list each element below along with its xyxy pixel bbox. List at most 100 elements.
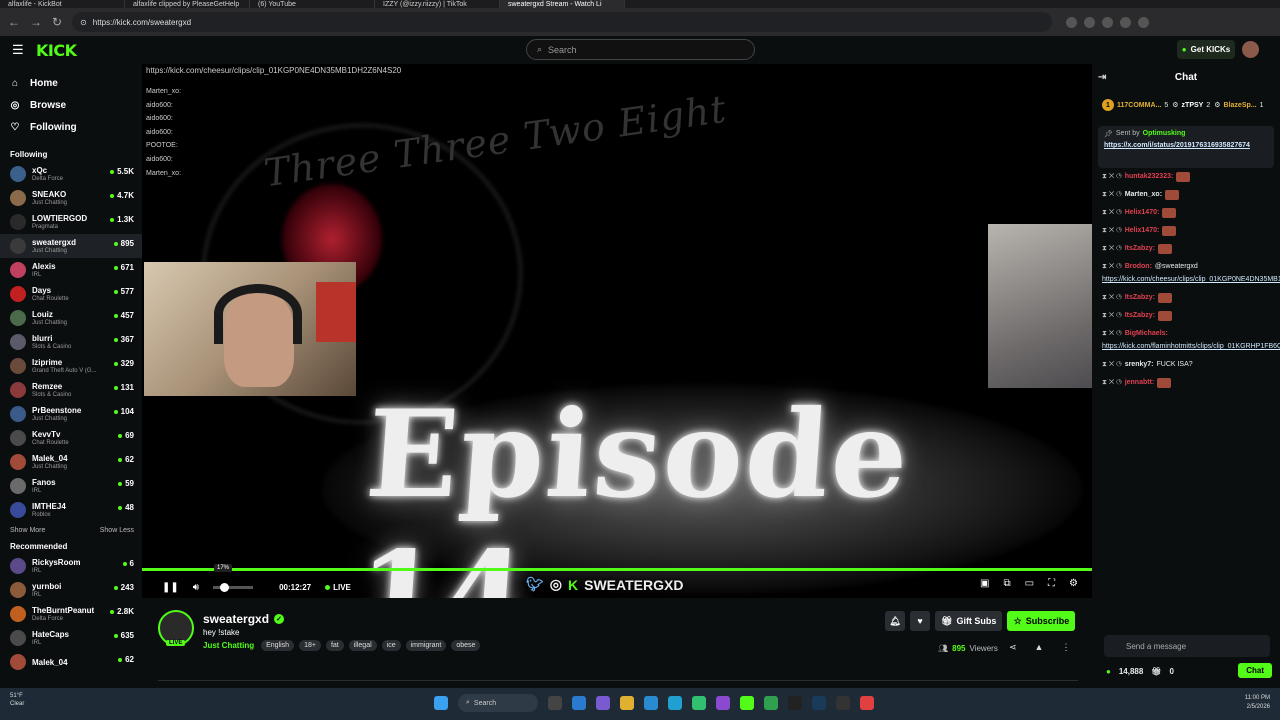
- volume-icon[interactable]: 🔊︎: [193, 582, 199, 593]
- sidebar-channel-louiz[interactable]: Louiz Just Chatting 457: [10, 306, 142, 330]
- extension-icon[interactable]: [1120, 16, 1132, 28]
- sidebar-channel-xqc[interactable]: xQc Delta Force 5.5K: [10, 162, 142, 186]
- search-input[interactable]: ⌕ Search: [526, 39, 755, 60]
- sidebar-channel-malek-04[interactable]: Malek_04 62: [10, 650, 142, 674]
- edge-icon[interactable]: [668, 696, 682, 710]
- sidebar-channel-remzee[interactable]: Remzee Slots & Casino 131: [10, 378, 142, 402]
- pause-icon[interactable]: ❚❚: [162, 582, 179, 593]
- sidebar-channel-lowtiergod[interactable]: LOWTIERGOD Pragmata 1.3K: [10, 210, 142, 234]
- weather-widget[interactable]: 51°F Clear: [10, 692, 24, 708]
- browser-tab[interactable]: alfaxlife clipped by PleaseGetHelp: [125, 0, 250, 8]
- sidebar-item-home[interactable]: ⌂ Home: [10, 72, 142, 94]
- theater-mode-icon[interactable]: ▭: [1025, 578, 1034, 589]
- tag-chip[interactable]: illegal: [348, 640, 377, 651]
- app-icon[interactable]: [596, 696, 610, 710]
- sidebar-channel-iziprime[interactable]: Iziprime Grand Theft Auto V (G... 329: [10, 354, 142, 378]
- sidebar-channel-fanos[interactable]: Fanos IRL 59: [10, 474, 142, 498]
- chat-username[interactable]: Brodon:: [1125, 262, 1152, 272]
- app-icon[interactable]: [692, 696, 706, 710]
- chat-username[interactable]: ItsZabzy:: [1125, 293, 1155, 303]
- sidebar-channel-alexis[interactable]: Alexis IRL 671: [10, 258, 142, 282]
- get-kicks-button[interactable]: ● Get KICKs: [1177, 40, 1235, 59]
- tag-chip[interactable]: immigrant: [405, 640, 447, 651]
- app-icon[interactable]: [572, 696, 586, 710]
- live-indicator[interactable]: LIVE: [325, 583, 351, 592]
- sidebar-channel-sneako[interactable]: SNEAKO Just Chatting 4.7K: [10, 186, 142, 210]
- sidebar-channel-imthej4[interactable]: IMTHEJ4 Roblox 48: [10, 498, 142, 522]
- tag-chip[interactable]: 18+: [299, 640, 321, 651]
- browser-tab[interactable]: (6) YouTube: [250, 0, 375, 8]
- pinned-message[interactable]: 📌︎ Sent by Optimusking https://x.com/i/s…: [1098, 126, 1274, 168]
- hamburger-menu-icon[interactable]: ☰: [12, 42, 32, 58]
- tag-chip[interactable]: English: [261, 640, 295, 651]
- channel-name[interactable]: sweatergxd: [203, 612, 269, 626]
- chat-link[interactable]: https://kick.com/cheesur/clips/clip_01KG…: [1102, 275, 1280, 285]
- taskbar-search[interactable]: ⌕ Search: [458, 694, 538, 712]
- sidebar-channel-days[interactable]: Days Chat Roulette 577: [10, 282, 142, 306]
- site-info-icon[interactable]: ⊙: [80, 18, 87, 27]
- chat-username[interactable]: srenky7:: [1125, 360, 1154, 370]
- mini-player-icon[interactable]: ⧉: [1003, 578, 1010, 589]
- sidebar-channel-hatecaps[interactable]: HateCaps IRL 635: [10, 626, 142, 650]
- chat-link[interactable]: https://kick.com/flaminhotmitts/clips/cl…: [1102, 342, 1280, 352]
- pinned-by-user[interactable]: Optimusking: [1143, 130, 1186, 138]
- app-icon[interactable]: [644, 696, 658, 710]
- address-bar[interactable]: ⊙ https://kick.com/sweatergxd: [72, 12, 1053, 32]
- chat-username[interactable]: BigMichaels:: [1125, 329, 1168, 339]
- pinned-link[interactable]: https://x.com/i/status/20191763169358276…: [1104, 141, 1268, 151]
- tag-chip[interactable]: fat: [325, 640, 344, 651]
- sidebar-channel-prbeenstone[interactable]: PrBeenstone Just Chatting 104: [10, 402, 142, 426]
- category-link[interactable]: Just Chatting: [203, 641, 254, 650]
- sidebar-item-browse[interactable]: ◎ Browse: [10, 94, 142, 116]
- volume-slider[interactable]: [213, 582, 254, 592]
- extension-icon[interactable]: [1138, 16, 1150, 28]
- chrome-icon[interactable]: [860, 696, 874, 710]
- progress-bar[interactable]: [142, 568, 1092, 571]
- sidebar-channel-theburntpeanut[interactable]: TheBurntPeanut Delta Force 2.8K: [10, 602, 142, 626]
- app-icon[interactable]: [836, 696, 850, 710]
- leaderboard-entry[interactable]: ⚙ BlazeSp... 1: [1214, 101, 1263, 110]
- clip-icon[interactable]: ▣: [980, 578, 989, 589]
- show-more-button[interactable]: Show More: [10, 527, 45, 534]
- extension-icon[interactable]: [1102, 16, 1114, 28]
- leaderboard-entry[interactable]: ⚙ zTPSY 2: [1172, 101, 1210, 110]
- sidebar-channel-sweatergxd[interactable]: sweatergxd Just Chatting 895: [0, 234, 142, 258]
- collapse-chat-icon[interactable]: ⇥: [1098, 72, 1106, 83]
- video-player[interactable]: Three Three Two Eight Episode 14 https:/…: [142, 64, 1092, 598]
- browser-tab[interactable]: sweatergxd Stream - Watch Li: [500, 0, 625, 8]
- sidebar-channel-blurri[interactable]: blurri Slots & Casino 367: [10, 330, 142, 354]
- sidebar-channel-kevvtv[interactable]: KevvTv Chat Roulette 69: [10, 426, 142, 450]
- follow-button[interactable]: ♥: [910, 611, 930, 631]
- gift-subs-button[interactable]: 🎁︎ Gift Subs: [935, 611, 1003, 631]
- sidebar-channel-malek-04[interactable]: Malek_04 Just Chatting 62: [10, 450, 142, 474]
- chat-username[interactable]: Helix1470:: [1125, 208, 1160, 218]
- app-icon[interactable]: [716, 696, 730, 710]
- sidebar-item-following[interactable]: ♡ Following: [10, 116, 142, 138]
- chat-send-button[interactable]: Chat: [1238, 663, 1272, 678]
- browser-tab[interactable]: alfaxlife - KickBot: [0, 0, 125, 8]
- fullscreen-icon[interactable]: ⛶: [1048, 578, 1055, 589]
- chat-username[interactable]: huntak232323:: [1125, 172, 1174, 182]
- settings-icon[interactable]: ⚙: [1069, 578, 1078, 589]
- sidebar-channel-rickysroom[interactable]: RickysRoom IRL 6: [10, 554, 142, 578]
- more-icon[interactable]: ⋮: [1061, 642, 1070, 653]
- sidebar-channel-yurnboi[interactable]: yurnboi IRL 243: [10, 578, 142, 602]
- kick-logo[interactable]: KICK: [36, 41, 77, 60]
- extension-icon[interactable]: [1066, 16, 1078, 28]
- folder-icon[interactable]: [620, 696, 634, 710]
- windows-start-icon[interactable]: [434, 696, 448, 710]
- avatar[interactable]: [1242, 41, 1259, 58]
- steam-icon[interactable]: [812, 696, 826, 710]
- browser-tab[interactable]: IZZY (@izzy.riizzy) | TikTok: [375, 0, 500, 8]
- show-less-button[interactable]: Show Less: [100, 527, 134, 534]
- task-view-icon[interactable]: [548, 696, 562, 710]
- share-icon[interactable]: ⋖: [1009, 642, 1017, 653]
- report-icon[interactable]: ▲: [1035, 642, 1044, 653]
- chat-username[interactable]: jennabtt:: [1125, 378, 1155, 388]
- volume-knob[interactable]: [219, 582, 229, 592]
- app-icon[interactable]: [788, 696, 802, 710]
- chat-input[interactable]: Send a message: [1104, 635, 1270, 657]
- leaderboard-entry[interactable]: 1 117COMMA... 5: [1102, 99, 1168, 111]
- gift-icon[interactable]: 🎁︎: [1151, 667, 1161, 676]
- subscribe-button[interactable]: ☆ Subscribe: [1007, 611, 1076, 631]
